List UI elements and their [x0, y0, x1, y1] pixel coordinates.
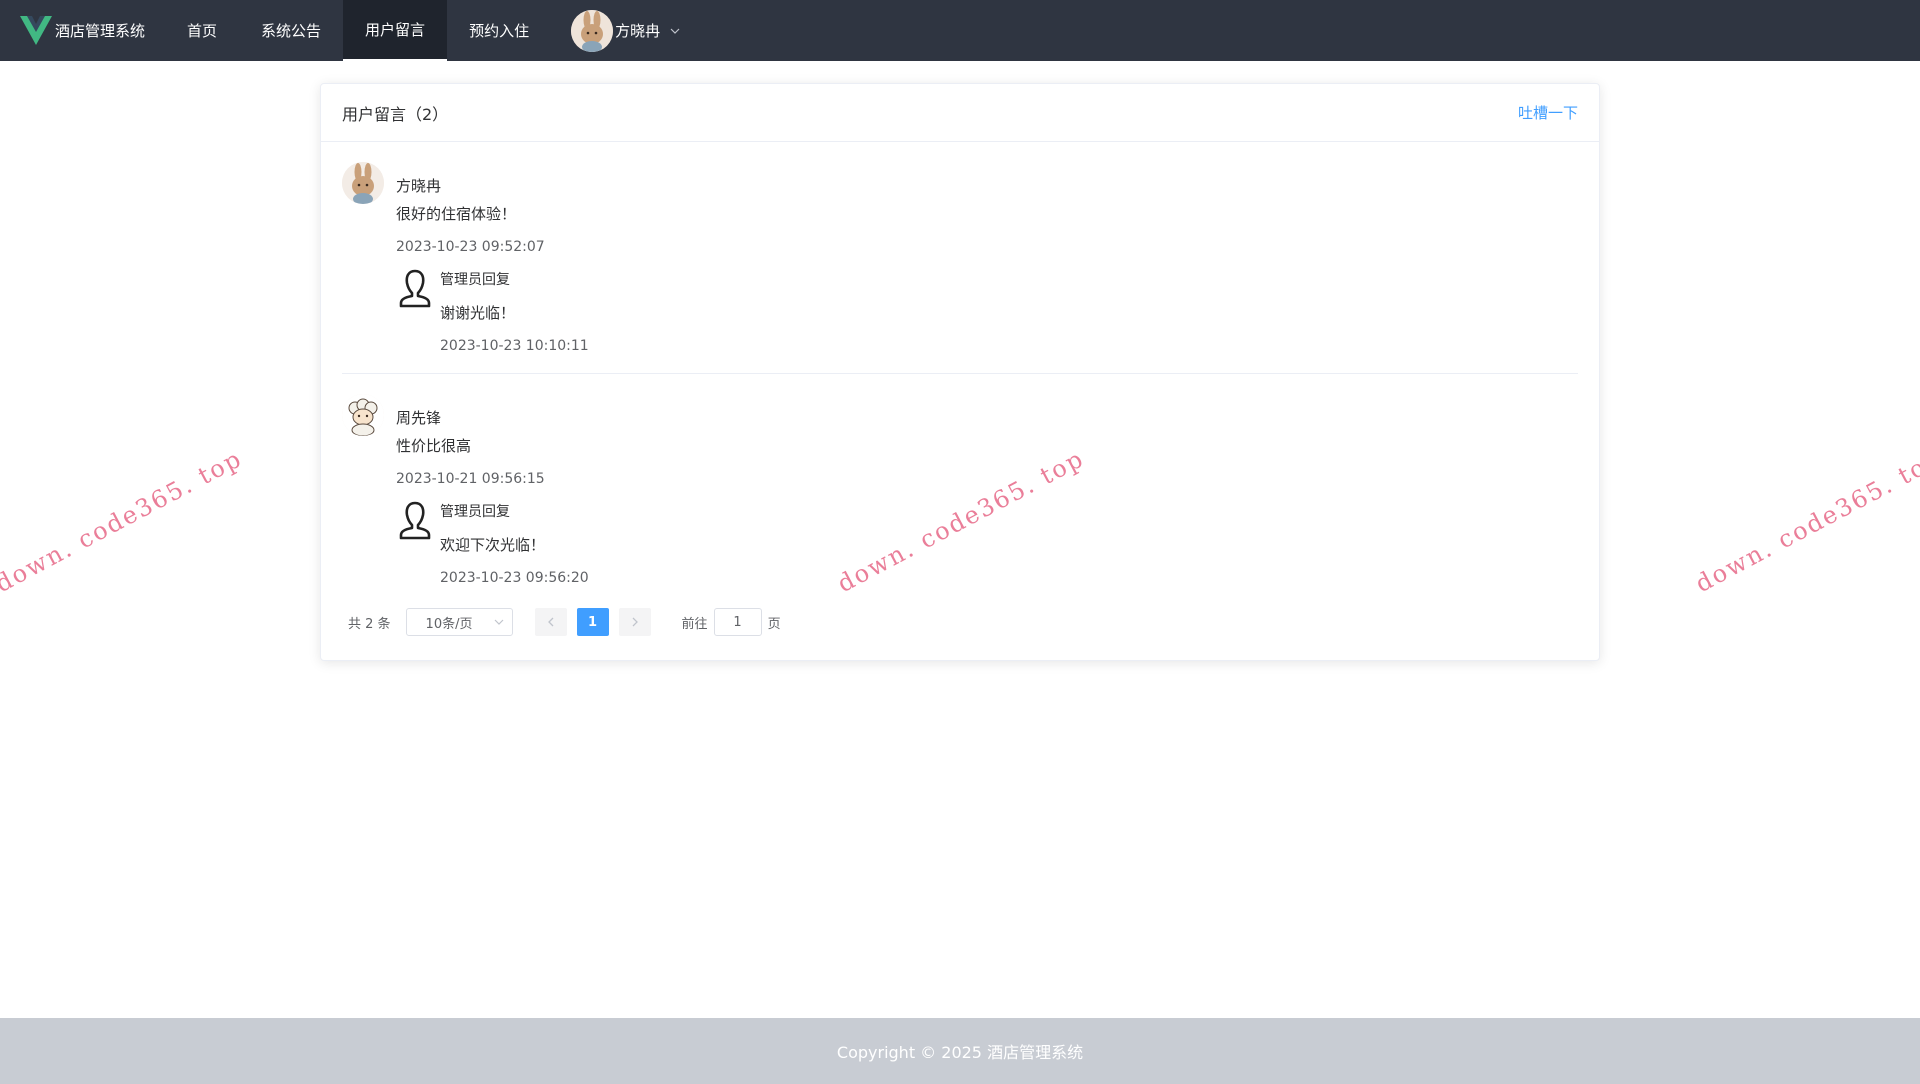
page-jump-prefix: 前往	[681, 616, 708, 632]
message-list: 方晓冉 很好的住宿体验！ 2023-10-23 09:52:07 管理员回复 谢…	[321, 142, 1599, 605]
message-body: 方晓冉 很好的住宿体验！ 2023-10-23 09:52:07 管理员回复 谢…	[396, 174, 1578, 363]
page-size-select[interactable]: 10条/页	[405, 608, 513, 636]
copyright-text: Copyright © 2025 酒店管理系统	[836, 1043, 1084, 1062]
message-body: 周先锋 性价比很高 2023-10-21 09:56:15 管理员回复 欢迎下次…	[396, 406, 1578, 595]
avatar	[571, 9, 614, 52]
page-jump-suffix: 页	[767, 616, 781, 632]
admin-reply: 管理员回复 谢谢光临！ 2023-10-23 10:10:11	[396, 264, 1578, 363]
admin-reply: 管理员回复 欢迎下次光临！ 2023-10-23 09:56:20	[396, 496, 1578, 595]
nav-item-home[interactable]: 首页	[165, 0, 239, 61]
avatar	[342, 394, 384, 436]
list-item: 周先锋 性价比很高 2023-10-21 09:56:15 管理员回复 欢迎下次…	[342, 373, 1578, 605]
message-text: 很好的住宿体验！	[396, 205, 517, 223]
pagination: 共 2 条 10条/页 1 前往 页	[348, 608, 781, 636]
chevron-down-icon	[670, 28, 680, 34]
reply-time: 2023-10-23 09:56:20	[440, 570, 589, 586]
message-author: 周先锋	[396, 409, 442, 427]
page-title: 用户留言（2）	[342, 104, 449, 124]
page-size-value: 10条/页	[425, 616, 473, 632]
watermark: down. code365. top	[0, 444, 247, 598]
message-text: 性价比很高	[396, 437, 472, 455]
footer: Copyright © 2025 酒店管理系统	[0, 1018, 1920, 1084]
leave-message-button[interactable]: 吐槽一下	[1518, 102, 1578, 123]
message-time: 2023-10-21 09:56:15	[396, 471, 545, 487]
user-name: 方晓冉	[615, 22, 661, 40]
nav-item-messages[interactable]: 用户留言	[343, 0, 448, 61]
message-time: 2023-10-23 09:52:07	[396, 239, 545, 255]
list-item: 方晓冉 很好的住宿体验！ 2023-10-23 09:52:07 管理员回复 谢…	[342, 142, 1578, 373]
reply-author: 管理员回复	[440, 272, 510, 288]
chevron-right-icon	[632, 617, 638, 627]
vue-logo-icon	[20, 15, 52, 45]
user-outline-icon	[399, 501, 431, 540]
chevron-down-icon	[494, 619, 503, 625]
reply-text: 谢谢光临！	[440, 304, 516, 322]
watermark: down. code365. top	[1690, 444, 1920, 598]
card-header: 用户留言（2） 吐槽一下	[321, 84, 1599, 142]
top-navbar: 酒店管理系统 首页 系统公告 用户留言 预约入住 方晓冉	[0, 0, 1920, 61]
sheep-avatar-icon	[342, 394, 384, 436]
nav-item-booking[interactable]: 预约入住	[447, 0, 551, 61]
page-jump: 前往 页	[682, 608, 781, 636]
brand-name: 酒店管理系统	[55, 22, 146, 40]
user-menu[interactable]: 方晓冉	[551, 0, 700, 61]
rabbit-avatar-icon	[571, 9, 614, 52]
user-outline-icon	[399, 269, 431, 308]
prev-page-button[interactable]	[534, 608, 567, 636]
nav-item-announcements[interactable]: 系统公告	[239, 0, 343, 61]
avatar	[342, 162, 384, 204]
page-number-button[interactable]: 1	[576, 608, 609, 636]
next-page-button[interactable]	[618, 608, 651, 636]
reply-text: 欢迎下次光临！	[440, 536, 546, 554]
pagination-total: 共 2 条	[348, 616, 391, 632]
messages-card: 用户留言（2） 吐槽一下 方晓冉 很好的住宿体验！ 2023-10-23 09:…	[320, 83, 1600, 661]
rabbit-avatar-icon	[342, 162, 384, 204]
reply-time: 2023-10-23 10:10:11	[440, 338, 589, 354]
message-author: 方晓冉	[396, 177, 442, 195]
reply-author: 管理员回复	[440, 504, 510, 520]
chevron-left-icon	[547, 617, 554, 627]
brand[interactable]: 酒店管理系统	[0, 0, 165, 61]
page-jump-input[interactable]	[713, 608, 762, 636]
